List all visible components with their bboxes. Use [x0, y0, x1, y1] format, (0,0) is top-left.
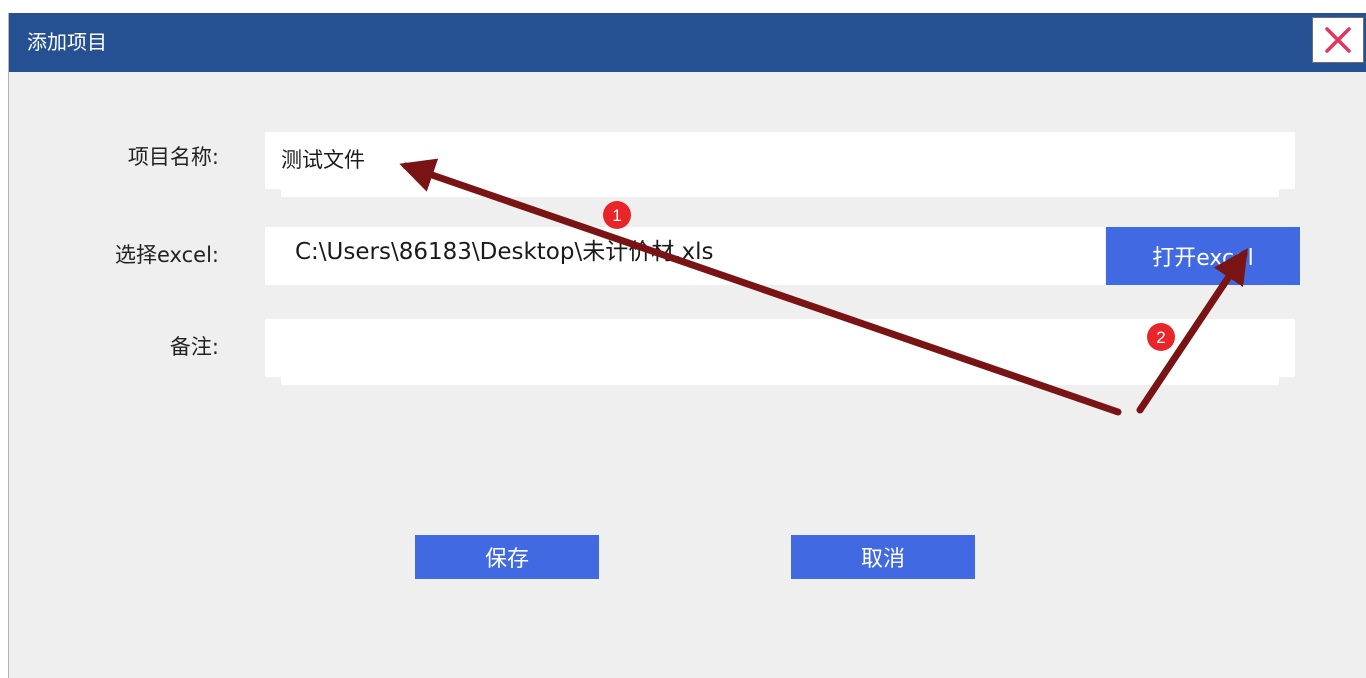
save-button[interactable]: 保存 — [415, 535, 599, 579]
excel-path-input[interactable]: C:\Users\86183\Desktop\未计价材.xls — [265, 227, 1105, 285]
note-input-bottom — [281, 377, 1279, 385]
add-project-dialog: 添加项目 项目名称: 测试文件 选择excel: C:\Users\86183\… — [8, 13, 1366, 678]
close-icon — [1325, 27, 1351, 53]
dialog-titlebar: 添加项目 — [9, 13, 1366, 72]
dialog-title: 添加项目 — [27, 30, 107, 54]
cancel-button[interactable]: 取消 — [791, 535, 975, 579]
project-name-label: 项目名称: — [127, 145, 219, 169]
cancel-label: 取消 — [860, 547, 905, 572]
note-input[interactable] — [265, 319, 1295, 377]
excel-label: 选择excel: — [115, 243, 219, 267]
excel-path-value: C:\Users\86183\Desktop\未计价材.xls — [295, 239, 714, 265]
project-name-input-bottom — [281, 189, 1279, 197]
open-excel-label: 打开excel — [1152, 246, 1254, 271]
project-name-value: 测试文件 — [281, 148, 365, 172]
note-label: 备注: — [169, 335, 219, 359]
project-name-input[interactable]: 测试文件 — [265, 132, 1295, 189]
save-label: 保存 — [484, 547, 529, 572]
open-excel-button[interactable]: 打开excel — [1106, 227, 1300, 285]
close-button[interactable] — [1312, 17, 1364, 63]
